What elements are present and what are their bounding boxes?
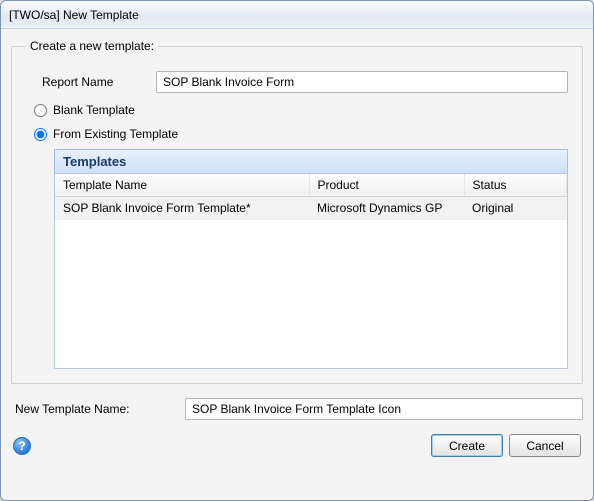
cell-status: Original: [464, 197, 567, 220]
blank-template-option[interactable]: Blank Template: [34, 103, 568, 117]
blank-template-radio[interactable]: [34, 104, 47, 117]
new-template-name-label: New Template Name:: [11, 402, 185, 416]
col-template-name[interactable]: Template Name: [55, 174, 309, 197]
col-status[interactable]: Status: [464, 174, 567, 197]
create-template-group: Create a new template: Report Name Blank…: [11, 39, 583, 384]
existing-template-option[interactable]: From Existing Template: [34, 127, 568, 141]
col-product[interactable]: Product: [309, 174, 464, 197]
templates-header-row: Template Name Product Status: [55, 174, 567, 197]
templates-table-container[interactable]: Template Name Product Status SOP Blank I…: [54, 173, 568, 369]
window-title: [TWO/sa] New Template: [9, 8, 139, 22]
cell-product: Microsoft Dynamics GP: [309, 197, 464, 220]
existing-template-label: From Existing Template: [53, 127, 178, 141]
templates-panel: Templates Template Name Product Status: [54, 149, 568, 369]
existing-template-radio[interactable]: [34, 128, 47, 141]
help-icon[interactable]: ?: [13, 437, 31, 455]
create-button[interactable]: Create: [431, 434, 503, 457]
cancel-button[interactable]: Cancel: [509, 434, 581, 457]
new-template-name-row: New Template Name:: [11, 398, 583, 420]
report-name-row: Report Name: [26, 71, 568, 93]
dialog-footer: ? Create Cancel: [11, 430, 583, 457]
new-template-name-input[interactable]: [185, 398, 583, 420]
blank-template-label: Blank Template: [53, 103, 135, 117]
titlebar[interactable]: [TWO/sa] New Template: [1, 1, 593, 29]
templates-panel-title: Templates: [54, 149, 568, 173]
new-template-dialog: [TWO/sa] New Template Create a new templ…: [0, 0, 594, 501]
report-name-input[interactable]: [156, 71, 568, 93]
client-area: Create a new template: Report Name Blank…: [1, 29, 593, 500]
templates-table: Template Name Product Status SOP Blank I…: [55, 174, 567, 220]
table-row[interactable]: SOP Blank Invoice Form Template* Microso…: [55, 197, 567, 220]
group-legend: Create a new template:: [26, 39, 158, 53]
report-name-label: Report Name: [26, 75, 156, 89]
cell-template-name: SOP Blank Invoice Form Template*: [55, 197, 309, 220]
